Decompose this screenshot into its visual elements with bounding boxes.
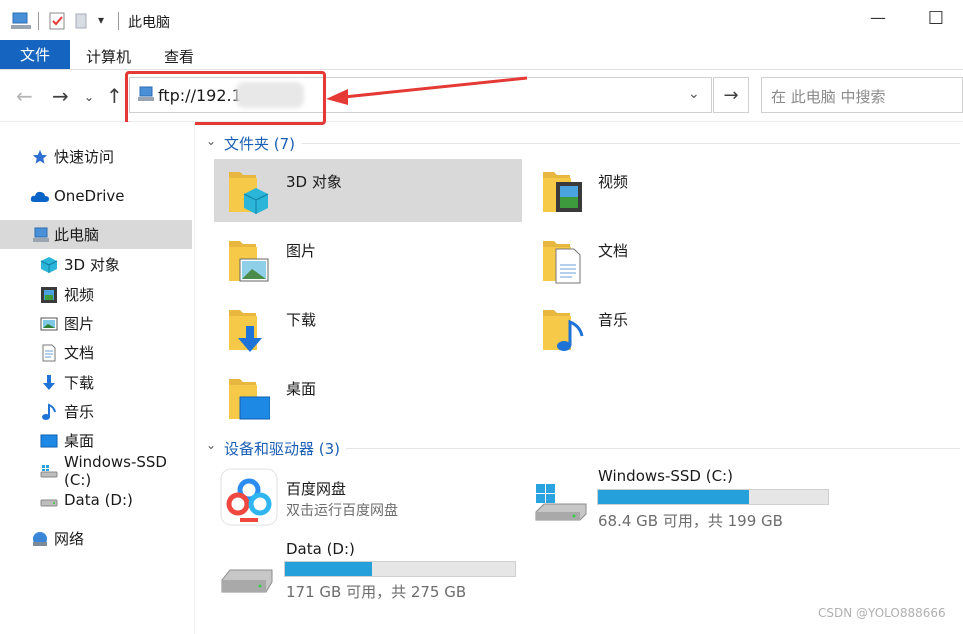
drive-free-space: 171 GB 可用，共 275 GB (286, 583, 467, 601)
desktop-folder-icon (229, 379, 270, 420)
video-folder-icon (543, 172, 582, 212)
music-folder-icon (543, 310, 584, 351)
search-placeholder: 在 此电脑 中搜索 (771, 88, 886, 106)
folder-label: 桌面 (286, 380, 317, 398)
collapse-chevron-icon[interactable]: ⌄ (206, 134, 216, 148)
folder-label: 文档 (598, 242, 629, 260)
title-separator (38, 12, 39, 30)
windows-drive-icon (535, 484, 587, 521)
tab-computer[interactable]: 计算机 (86, 46, 131, 67)
sidebar-item-network[interactable]: 网络 (0, 524, 192, 553)
sidebar-item-documents[interactable]: 文档 (0, 338, 192, 367)
group-divider (346, 448, 960, 449)
sidebar-item-label: 桌面 (64, 432, 95, 450)
drive-icon (40, 499, 58, 506)
picture-icon (40, 317, 58, 330)
recent-locations-chevron-icon[interactable]: ⌄ (84, 90, 94, 104)
sidebar-item-videos[interactable]: 视频 (0, 280, 192, 309)
annotation-arrow-icon (326, 76, 528, 105)
folder-label: 3D 对象 (286, 173, 342, 191)
drive-usage-fill (285, 562, 372, 576)
document-icon (42, 344, 56, 361)
window-title: 此电脑 (128, 15, 170, 31)
sidebar-item-label: Data (D:) (64, 490, 133, 509)
desktop-icon (40, 434, 58, 447)
sidebar-item-label: 此电脑 (54, 226, 100, 244)
drive-name: Data (D:) (286, 540, 355, 558)
maximize-button[interactable]: ☐ (924, 8, 948, 32)
sidebar-item-data-drive[interactable]: Data (D:) (0, 485, 192, 514)
computer-icon (11, 12, 31, 29)
drive-usage-bar (284, 561, 516, 577)
folder-label: 音乐 (598, 311, 629, 329)
collapse-chevron-icon[interactable]: ⌄ (206, 438, 216, 452)
folder-label: 图片 (286, 242, 317, 260)
ribbon-tabs (0, 40, 963, 70)
up-arrow-icon[interactable]: ↑ (106, 84, 123, 108)
sidebar-item-label: 视频 (64, 286, 95, 304)
sidebar-item-label: 下载 (64, 374, 95, 392)
drive-usage-fill (598, 490, 749, 504)
properties-icon[interactable] (48, 12, 66, 30)
sidebar-item-3d-objects[interactable]: 3D 对象 (0, 250, 192, 279)
computer-icon (33, 227, 49, 242)
sidebar-item-label: 快速访问 (54, 148, 115, 166)
sidebar-item-downloads[interactable]: 下载 (0, 368, 192, 397)
sidebar-item-label: OneDrive (54, 186, 125, 205)
sidebar-item-label: 图片 (64, 315, 95, 333)
cube-icon (40, 256, 58, 273)
annotation-highlight-box (125, 71, 326, 125)
baidu-netdisk-icon (220, 468, 278, 526)
back-arrow-icon[interactable]: ← (16, 84, 33, 108)
sidebar-item-label: 音乐 (64, 403, 95, 421)
minimize-button[interactable]: — (866, 8, 890, 32)
video-icon (41, 286, 57, 303)
cloud-icon (30, 191, 49, 202)
network-icon (33, 531, 47, 546)
drive-icon (40, 464, 58, 477)
tab-view[interactable]: 查看 (164, 46, 194, 67)
music-icon (42, 403, 56, 420)
folder-label: 视频 (598, 173, 629, 191)
new-folder-icon[interactable] (74, 12, 88, 30)
document-folder-icon (543, 241, 581, 284)
star-icon (32, 149, 48, 164)
sidebar-item-quick-access[interactable]: 快速访问 (0, 142, 192, 171)
watermark: CSDN @YOLO888666 (818, 606, 946, 620)
app-name: 百度网盘 (286, 480, 347, 498)
download-icon (43, 374, 55, 390)
arrow-right-icon: → (723, 84, 739, 106)
sidebar-item-onedrive[interactable]: OneDrive (0, 181, 192, 210)
drive-free-space: 68.4 GB 可用，共 199 GB (598, 512, 783, 530)
sidebar-item-desktop[interactable]: 桌面 (0, 426, 192, 455)
sidebar-item-label: 文档 (64, 344, 95, 362)
folder-label: 下载 (286, 311, 317, 329)
sidebar-item-label: 网络 (54, 530, 85, 548)
group-header-folders[interactable]: 文件夹 (7) (224, 133, 295, 154)
sidebar-item-music[interactable]: 音乐 (0, 397, 192, 426)
go-arrow-button[interactable]: → (713, 77, 749, 113)
sidebar-item-windows-ssd[interactable]: Windows-SSD (C:) (0, 453, 192, 489)
group-header-devices[interactable]: 设备和驱动器 (3) (224, 438, 340, 459)
forward-arrow-icon[interactable]: → (52, 84, 69, 108)
sidebar-item-label: Windows-SSD (C:) (64, 452, 167, 489)
drive-name: Windows-SSD (C:) (598, 467, 733, 485)
drive-usage-bar (597, 489, 829, 505)
quick-access-dropdown-icon[interactable]: ▾ (98, 13, 104, 27)
sidebar-item-this-pc[interactable]: 此电脑 (0, 220, 192, 249)
title-separator (118, 12, 119, 30)
group-divider (302, 143, 960, 144)
app-subtitle: 双击运行百度网盘 (286, 503, 398, 519)
download-folder-icon (229, 310, 262, 352)
tab-file[interactable]: 文件 (0, 40, 70, 69)
sidebar-item-label: 3D 对象 (64, 256, 120, 274)
drive-icon (221, 569, 273, 593)
cube-folder-icon (229, 172, 269, 214)
address-dropdown-chevron-icon[interactable]: ⌄ (688, 86, 700, 102)
sidebar-item-pictures[interactable]: 图片 (0, 309, 192, 338)
picture-folder-icon (229, 241, 269, 282)
